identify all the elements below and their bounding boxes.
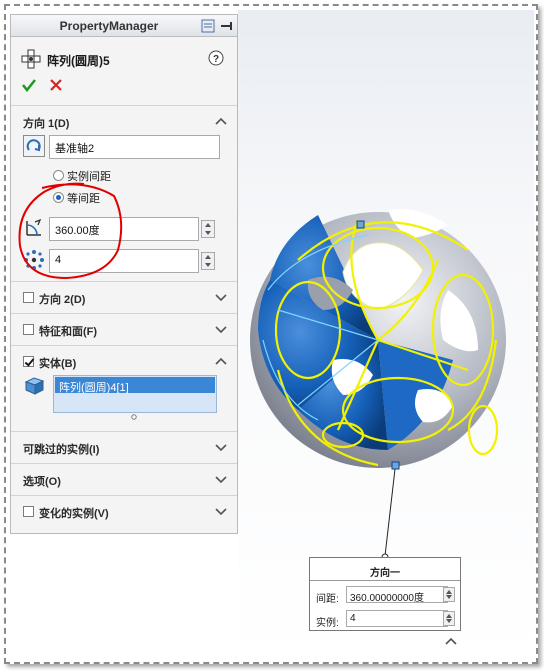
callout-instances-spinner[interactable] [443,611,455,626]
help-icon[interactable]: ? [208,50,224,66]
options-section-header[interactable]: 选项(O) [11,463,237,493]
push-pin-icon[interactable] [219,19,233,33]
callout-collapse-chevron-icon[interactable] [445,636,457,646]
features-faces-label: 特征和面(F) [39,326,98,338]
chevron-down-icon[interactable] [215,474,227,484]
ok-check-icon[interactable] [21,77,37,93]
instances-spinner[interactable] [201,252,215,270]
axis-input[interactable]: 基准轴2 [49,135,220,159]
varied-instances-checkbox[interactable] [23,506,34,517]
chevron-up-icon[interactable] [215,356,227,366]
feature-title-row: 阵列(圆周)5 ? [19,49,229,69]
angle-spinner[interactable] [201,220,215,238]
pin-panel-icon[interactable] [201,19,215,33]
bodies-label: 实体(B) [39,358,77,370]
callout-instances-label: 实例: [316,618,339,629]
property-manager-title: PropertyManager [59,19,159,33]
resize-handle-icon[interactable] [131,414,137,420]
features-faces-checkbox[interactable] [23,324,34,335]
options-label: 选项(O) [23,476,61,488]
solid-body-icon [24,377,45,395]
direction1-section-header[interactable]: 方向 1(D) [11,105,237,135]
callout-spacing-input[interactable]: 360.00000000度 [346,586,448,604]
svg-text:?: ? [213,54,219,65]
varied-instances-label: 变化的实例(V) [39,508,109,520]
bodies-list-item[interactable]: 阵列(圆周)4[1] [55,377,215,394]
chevron-down-icon[interactable] [215,292,227,302]
direction-callout: 方向一 间距: 360.00000000度 实例: 4 [309,557,461,631]
circular-pattern-icon [21,49,41,69]
features-faces-section-header[interactable]: 特征和面(F) [11,313,237,343]
chevron-down-icon[interactable] [215,324,227,334]
skip-instances-section-header[interactable]: 可跳过的实例(I) [11,431,237,461]
chevron-down-icon[interactable] [215,442,227,452]
callout-divider [310,580,460,581]
chevron-up-icon[interactable] [215,116,227,126]
property-manager-header: PropertyManager [11,15,237,37]
direction2-section-header[interactable]: 方向 2(D) [11,281,237,311]
direction2-label: 方向 2(D) [39,294,86,306]
bodies-section-header[interactable]: 实体(B) [11,345,237,375]
callout-instances-input[interactable]: 4 [346,610,448,627]
skip-instances-label: 可跳过的实例(I) [23,444,100,456]
direction2-checkbox[interactable] [23,292,34,303]
red-annotation-circle [18,182,123,280]
callout-spacing-label: 间距: [316,594,339,605]
cancel-x-icon[interactable] [49,78,63,92]
varied-instances-section-header[interactable]: 变化的实例(V) [11,495,237,525]
bodies-checkbox[interactable] [23,356,34,367]
direction1-label: 方向 1(D) [23,118,70,130]
callout-spacing-spinner[interactable] [443,587,455,602]
feature-name: 阵列(圆周)5 [47,54,110,68]
chevron-down-icon[interactable] [215,506,227,516]
rotation-axis-icon[interactable] [23,135,45,157]
bodies-listbox[interactable]: 阵列(圆周)4[1] [53,375,217,413]
callout-title: 方向一 [370,568,400,579]
